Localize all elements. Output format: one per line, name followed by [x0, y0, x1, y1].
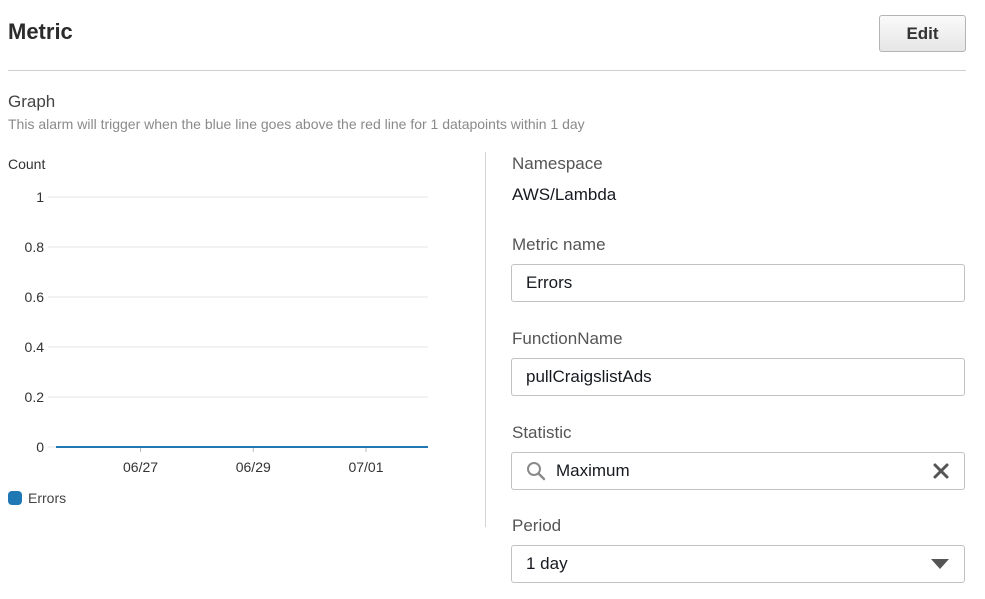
chevron-down-icon[interactable]: [930, 558, 950, 570]
x-tick-label: 07/01: [348, 459, 383, 475]
search-icon: [526, 461, 546, 481]
graph-description: This alarm will trigger when the blue li…: [8, 116, 585, 132]
statistic-select[interactable]: Maximum: [511, 452, 965, 490]
statistic-label: Statistic: [512, 423, 572, 442]
graph-heading: Graph: [8, 92, 56, 111]
x-tick-label: 06/27: [123, 459, 158, 475]
x-tick-label: 06/29: [236, 459, 271, 475]
function-name-field[interactable]: [511, 358, 965, 396]
edit-button[interactable]: Edit: [879, 15, 966, 52]
y-tick-label: 0.8: [25, 239, 45, 255]
legend-swatch: [8, 491, 22, 505]
period-label: Period: [512, 516, 562, 535]
column-divider: [485, 152, 486, 527]
y-axis-label: Count: [8, 156, 45, 172]
statistic-value[interactable]: Maximum: [556, 461, 924, 481]
y-tick-label: 1: [36, 189, 44, 205]
metric-name-field[interactable]: [511, 264, 965, 302]
page-title: Metric: [8, 19, 73, 44]
metric-name-label: Metric name: [512, 235, 606, 254]
metric-chart: Count 1 0.8 0.6 0.4 0.2 0 06/27 06/29 07/01: [0, 150, 470, 495]
y-tick-label: 0.2: [25, 389, 45, 405]
namespace-value: AWS/Lambda: [512, 185, 617, 204]
legend-label: Errors: [28, 490, 67, 506]
y-tick-label: 0: [36, 439, 44, 455]
function-name-label: FunctionName: [512, 329, 623, 348]
period-select[interactable]: 1 day: [511, 545, 965, 583]
namespace-label: Namespace: [512, 154, 603, 173]
divider: [8, 70, 966, 71]
y-tick-label: 0.6: [25, 289, 45, 305]
function-name-input[interactable]: [526, 367, 950, 387]
metric-panel: Metric Edit Graph This alarm will trigge…: [0, 0, 985, 599]
period-value[interactable]: 1 day: [526, 554, 930, 574]
y-tick-label: 0.4: [25, 339, 45, 355]
chart-legend[interactable]: Errors: [8, 490, 66, 506]
metric-name-input[interactable]: [526, 273, 950, 293]
chart-svg: Count 1 0.8 0.6 0.4 0.2 0 06/27 06/29 07/01: [8, 156, 428, 475]
close-icon[interactable]: [932, 462, 950, 480]
